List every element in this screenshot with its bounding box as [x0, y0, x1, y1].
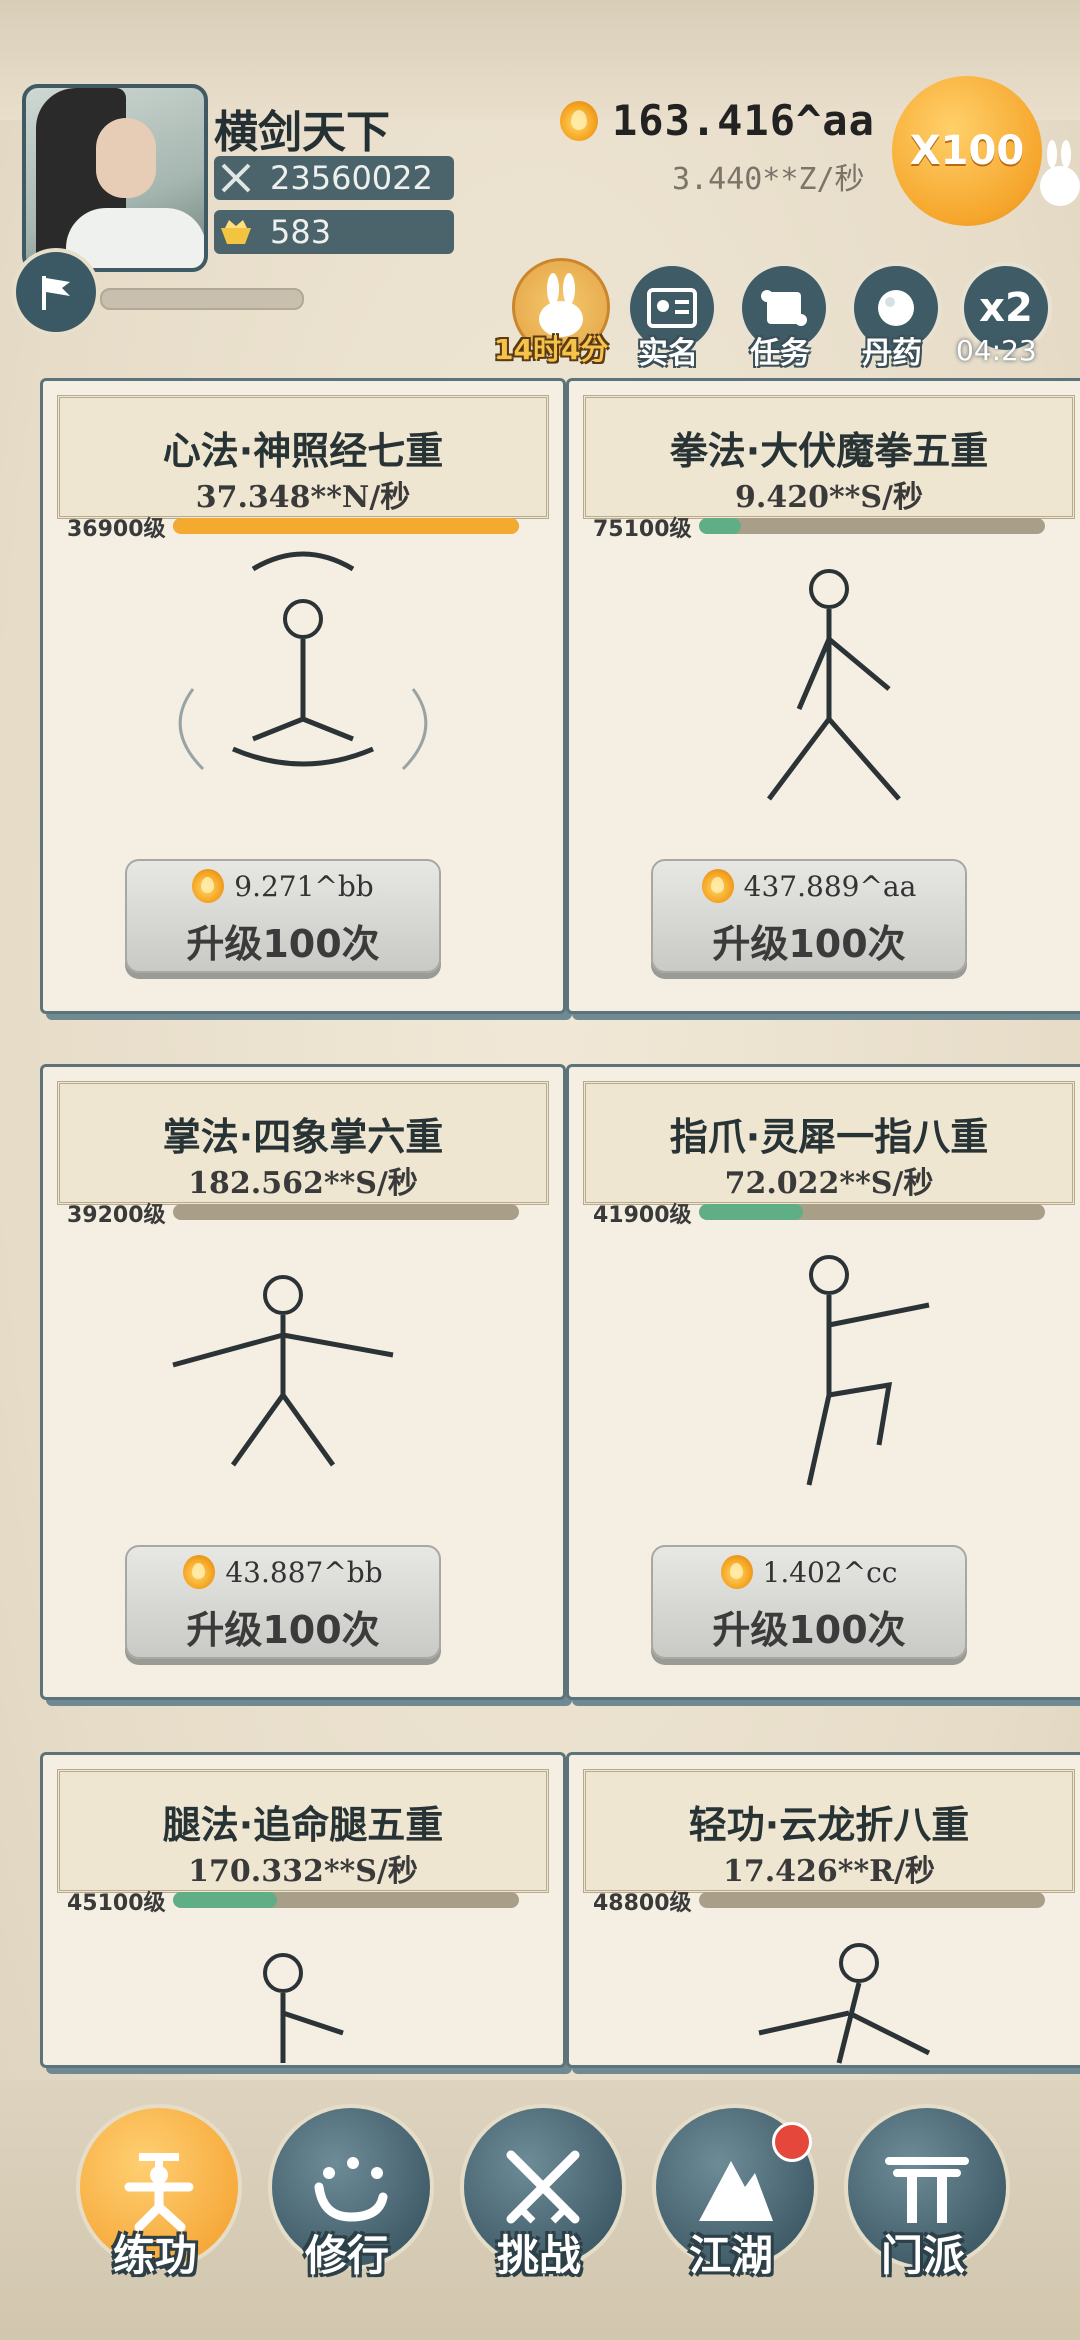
skill-level: 41900级 — [593, 1203, 692, 1228]
skill-title: 指爪·灵犀一指八重 — [669, 1115, 989, 1159]
martial-artist-figure — [758, 1943, 931, 2064]
nav-cultivate-label: 修行 — [304, 2231, 389, 2280]
player-name: 横剑天下 — [214, 107, 390, 158]
skill-level: 45100级 — [67, 1891, 166, 1916]
x2-label: x2 — [979, 285, 1033, 331]
nav-challenge-label: 挑战 — [496, 2231, 581, 2280]
skill-title: 拳法·大伏魔拳五重 — [669, 429, 989, 473]
skill-progress-fill — [699, 1204, 803, 1220]
skill-progress-bar — [173, 1204, 519, 1220]
upgrade-label: 升级100次 — [712, 922, 906, 966]
martial-artist-figure — [178, 551, 428, 771]
skill-rate: 182.562**S/秒 — [188, 1166, 418, 1201]
skill-level: 39200级 — [67, 1203, 166, 1228]
upgrade-cost-value: 437.889^aa — [743, 869, 917, 903]
upgrade-cost-value: 9.271^bb — [234, 869, 374, 903]
upgrade-cost: 9.271^bb — [127, 869, 439, 903]
skill-title: 心法·神照经七重 — [162, 429, 444, 473]
flag-button[interactable] — [12, 248, 100, 336]
skill-progress-bar — [699, 1892, 1045, 1908]
upgrade-button[interactable]: 9.271^bb 升级100次 — [125, 859, 441, 973]
ingot-value: 583 — [270, 213, 332, 251]
gold-rate: 3.440**Z/秒 — [672, 162, 865, 197]
skill-rate: 170.332**S/秒 — [188, 1854, 418, 1889]
nav-train-label: 练功 — [112, 2231, 197, 2280]
upgrade-button[interactable]: 1.402^cc 升级100次 — [651, 1545, 967, 1659]
skill-rate: 9.420**S/秒 — [735, 480, 923, 515]
power-stat: 23560022 — [214, 156, 454, 200]
skill-title: 轻功·云龙折八重 — [688, 1803, 970, 1847]
flag-icon — [42, 276, 70, 310]
player-avatar[interactable] — [22, 84, 208, 272]
skill-title: 腿法·追命腿五重 — [162, 1803, 444, 1847]
gold-coin-icon — [192, 869, 225, 903]
skill-progress-fill — [699, 518, 741, 534]
pill-icon — [878, 290, 914, 326]
skill-progress-bar — [173, 518, 519, 534]
martial-artist-figure — [263, 1953, 344, 2063]
upgrade-button[interactable]: 43.887^bb 升级100次 — [125, 1545, 441, 1659]
gold-coin-icon — [720, 1555, 753, 1589]
skill-progress-bar — [699, 518, 1045, 534]
gold-value: 163.416^aa — [612, 96, 875, 145]
martial-artist-figure — [806, 1255, 930, 1486]
skill-card: 心法·神照经七重 37.348**N/秒 36900级 9.271^bb 升级1… — [40, 378, 566, 1014]
skill-progress-bar — [173, 1892, 519, 1908]
skill-title-scroll: 掌法·四象掌六重 182.562**S/秒 — [57, 1081, 549, 1205]
upgrade-label: 升级100次 — [712, 1608, 906, 1652]
skill-card: 掌法·四象掌六重 182.562**S/秒 39200级 43.887^bb 升… — [40, 1064, 566, 1700]
skill-title-scroll: 拳法·大伏魔拳五重 9.420**S/秒 — [583, 395, 1075, 519]
rabbit-icon — [1040, 140, 1080, 206]
martial-artist-figure — [767, 569, 901, 801]
gold-ingot-icon — [214, 210, 258, 254]
event-timer: 14时4分 — [494, 333, 609, 366]
upgrade-label: 升级100次 — [186, 1608, 380, 1652]
skill-card: 轻功·云龙折八重 17.426**R/秒 48800级 — [566, 1752, 1080, 2068]
upgrade-button[interactable]: 437.889^aa 升级100次 — [651, 859, 967, 973]
gold-coin-icon — [560, 100, 598, 141]
upgrade-cost: 1.402^cc — [653, 1555, 965, 1589]
notification-badge — [772, 2122, 812, 2162]
x2-timer: 04:23 — [956, 334, 1037, 367]
upgrade-cost-value: 1.402^cc — [762, 1555, 898, 1589]
skill-card: 腿法·追命腿五重 170.332**S/秒 45100级 — [40, 1752, 566, 2068]
upgrade-cost-value: 43.887^bb — [225, 1555, 383, 1589]
upgrade-label: 升级100次 — [186, 922, 380, 966]
skill-title: 掌法·四象掌六重 — [162, 1115, 444, 1159]
skill-level: 36900级 — [67, 517, 166, 542]
skill-progress-bar — [699, 1204, 1045, 1220]
power-value: 23560022 — [270, 159, 433, 197]
skill-card: 拳法·大伏魔拳五重 9.420**S/秒 75100级 437.889^aa 升… — [566, 378, 1080, 1014]
upgrade-cost: 43.887^bb — [127, 1555, 439, 1589]
skill-card: 指爪·灵犀一指八重 72.022**S/秒 41900级 1.402^cc 升级… — [566, 1064, 1080, 1700]
gold-coin-icon — [701, 869, 734, 903]
ingot-stat: 583 — [214, 210, 454, 254]
skill-title-scroll: 轻功·云龙折八重 17.426**R/秒 — [583, 1769, 1075, 1893]
skill-progress-fill — [173, 1892, 277, 1908]
id-card-icon — [647, 288, 697, 328]
realname-label: 实名 — [638, 336, 698, 371]
multiplier-label: X100 — [909, 128, 1025, 174]
upgrade-cost: 437.889^aa — [653, 869, 965, 903]
skill-title-scroll: 指爪·灵犀一指八重 72.022**S/秒 — [583, 1081, 1075, 1205]
martial-artist-figure — [172, 1275, 394, 1467]
skill-title-scroll: 心法·神照经七重 37.348**N/秒 — [57, 395, 549, 519]
nav-jianghu-label: 江湖 — [688, 2231, 773, 2280]
pill-label: 丹药 — [862, 336, 922, 371]
swords-icon — [214, 156, 258, 200]
nav-sect-label: 门派 — [880, 2231, 965, 2280]
gold-coin-icon — [183, 1555, 216, 1589]
task-label: 任务 — [750, 336, 810, 371]
gold-display: 163.416^aa — [560, 96, 875, 145]
experience-bar — [100, 288, 304, 310]
skill-level: 75100级 — [593, 517, 692, 542]
skill-level: 48800级 — [593, 1891, 692, 1916]
skill-rate: 72.022**S/秒 — [724, 1166, 934, 1201]
skill-title-scroll: 腿法·追命腿五重 170.332**S/秒 — [57, 1769, 549, 1893]
skill-progress-fill — [173, 518, 519, 534]
scroll-icon — [761, 290, 807, 326]
skill-rate: 17.426**R/秒 — [722, 1854, 936, 1889]
skill-rate: 37.348**N/秒 — [195, 480, 411, 515]
multiplier-button[interactable]: X100 — [892, 76, 1042, 226]
